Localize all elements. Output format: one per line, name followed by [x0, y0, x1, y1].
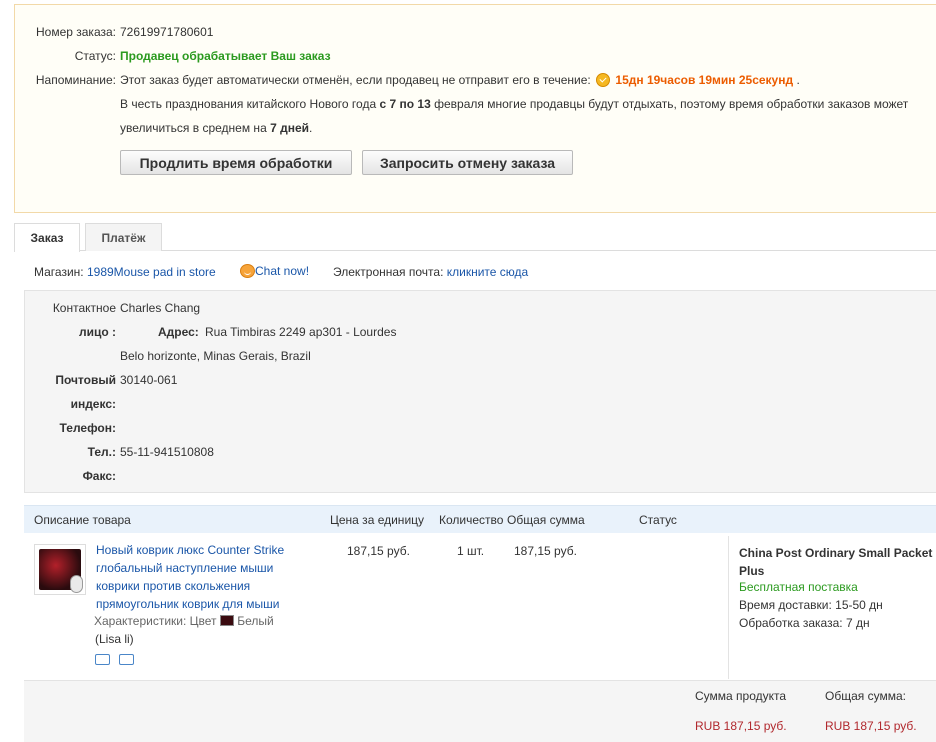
address-line1: Rua Timbiras 2249 ap301 - Lourdes — [205, 325, 397, 339]
address-label: Адрес: — [158, 325, 199, 339]
phone-label: Телефон: — [59, 421, 116, 435]
timer-icon — [596, 73, 611, 87]
product-sum-label: Сумма продукта — [695, 689, 787, 703]
product-title-line: глобальный наступление мыши — [96, 561, 274, 575]
processing-value: 7 дн — [845, 616, 870, 630]
order-info-panel: Номер заказа: 72619971780601 Статус: Про… — [14, 4, 936, 213]
holiday-notice-line1: В честь празднования китайского Нового г… — [120, 97, 908, 111]
mousepad-image — [39, 549, 83, 593]
tab-order[interactable]: Заказ — [14, 223, 80, 252]
chat-now-link[interactable]: Chat now! — [240, 264, 309, 278]
fax-label: Факс: — [82, 469, 116, 483]
shipping-info: China Post Ordinary Small Packet Plus Бе… — [728, 536, 936, 679]
contact-name: Charles Chang — [120, 301, 201, 315]
chat-icon — [240, 264, 255, 278]
countdown-timer: 15дн 19часов 19мин 25секунд — [615, 73, 794, 87]
shipping-method: China Post Ordinary Small Packet Plus — [739, 546, 933, 578]
row-total: 187,15 руб. — [514, 544, 577, 558]
notice-end: . — [309, 121, 313, 135]
col-unit-price: Цена за единицу — [330, 513, 425, 527]
processing-time: Обработка заказа: 7 дн — [739, 616, 870, 630]
contact-label-2: лицо : — [78, 325, 116, 339]
col-quantity: Количество — [439, 513, 504, 527]
col-total: Общая сумма — [507, 513, 585, 527]
delivery-time: Время доставки: 15-50 дн — [739, 598, 883, 612]
product-attributes: Характеристики: Цвет Белый — [94, 614, 274, 628]
product-title-line: Новый коврик люкс Counter Strike — [96, 543, 285, 557]
delivery-label: Время доставки: — [739, 598, 832, 612]
notice-text: февраля многие продавцы будут отдыхать, … — [434, 97, 909, 111]
processing-label: Обработка заказа: — [739, 616, 843, 630]
zip-label-1: Почтовый — [55, 373, 116, 387]
reminder-text: Этот заказ будет автоматически отменён, … — [120, 73, 591, 87]
order-summary: Сумма продукта Общая сумма: RUB 187,15 р… — [24, 680, 936, 742]
product-sum-value: RUB 187,15 руб. — [695, 719, 787, 733]
total-sum-value: RUB 187,15 руб. — [825, 719, 917, 733]
notice-text: увеличиться в среднем на — [120, 121, 267, 135]
seller-name: (Lisa li) — [95, 632, 134, 646]
zip-label-2: индекс: — [70, 397, 116, 411]
tel-label: Тел.: — [87, 445, 116, 459]
delivery-value: 15-50 дн — [835, 598, 883, 612]
color-swatch — [219, 615, 234, 626]
col-status: Статус — [639, 513, 677, 527]
unit-price: 187,15 руб. — [347, 544, 410, 558]
product-title-line: коврики против скольжения — [96, 579, 251, 593]
shipping-address-panel: Контактное лицо : Charles Chang Адрес: R… — [24, 290, 936, 493]
order-status: Продавец обрабатывает Ваш заказ — [120, 49, 331, 63]
address-line2: Belo horizonte, Minas Gerais, Brazil — [120, 349, 311, 363]
tab-payment[interactable]: Платёж — [85, 223, 162, 251]
chat-label: Chat now! — [255, 264, 310, 278]
free-shipping: Бесплатная поставка — [739, 580, 858, 594]
total-sum-label: Общая сумма: — [825, 689, 906, 703]
product-thumbnail[interactable] — [34, 544, 86, 595]
reminder-label: Напоминание: — [35, 73, 116, 87]
extend-processing-button[interactable]: Продлить время обработки — [120, 150, 352, 175]
tel-value: 55-11-941510808 — [120, 445, 214, 459]
product-action-icons — [95, 654, 135, 668]
store-label: Магазин: — [34, 265, 84, 279]
notice-dates: с 7 по 13 — [379, 97, 431, 111]
order-number: 72619971780601 — [120, 25, 214, 39]
store-link[interactable]: 1989Mouse pad in store — [87, 265, 216, 279]
mouse-image — [70, 575, 83, 593]
notice-days: 7 дней — [270, 121, 310, 135]
product-title-link[interactable]: Новый коврик люкс Counter Strike глобаль… — [96, 541, 296, 613]
shipping-truck-icon[interactable] — [95, 654, 110, 665]
reminder-row: Этот заказ будет автоматически отменён, … — [120, 73, 800, 87]
reminder-period: . — [796, 73, 800, 87]
email-link[interactable]: кликните сюда — [447, 265, 528, 279]
holiday-notice-line2: увеличиться в среднем на 7 дней. — [120, 121, 312, 135]
order-number-label: Номер заказа: — [35, 25, 116, 39]
attr-value: Белый — [237, 614, 274, 628]
product-title-line: прямоугольник коврик для мыши — [96, 597, 280, 611]
product-table-header: Описание товара Цена за единицу Количест… — [24, 505, 936, 533]
col-description: Описание товара — [34, 513, 131, 527]
snapshot-icon[interactable] — [119, 654, 135, 665]
quantity: 1 шт. — [457, 544, 485, 558]
email-row: Электронная почта: кликните сюда — [333, 265, 528, 279]
notice-text: В честь празднования китайского Нового г… — [120, 97, 377, 111]
zip-code: 30140-061 — [120, 373, 178, 387]
attr-label: Характеристики: Цвет — [94, 614, 217, 628]
request-cancel-button[interactable]: Запросить отмену заказа — [362, 150, 573, 175]
store-line: Магазин: 1989Mouse pad in store — [34, 265, 216, 279]
status-label: Статус: — [74, 49, 116, 63]
email-label: Электронная почта: — [333, 265, 444, 279]
contact-label-1: Контактное — [52, 301, 116, 315]
